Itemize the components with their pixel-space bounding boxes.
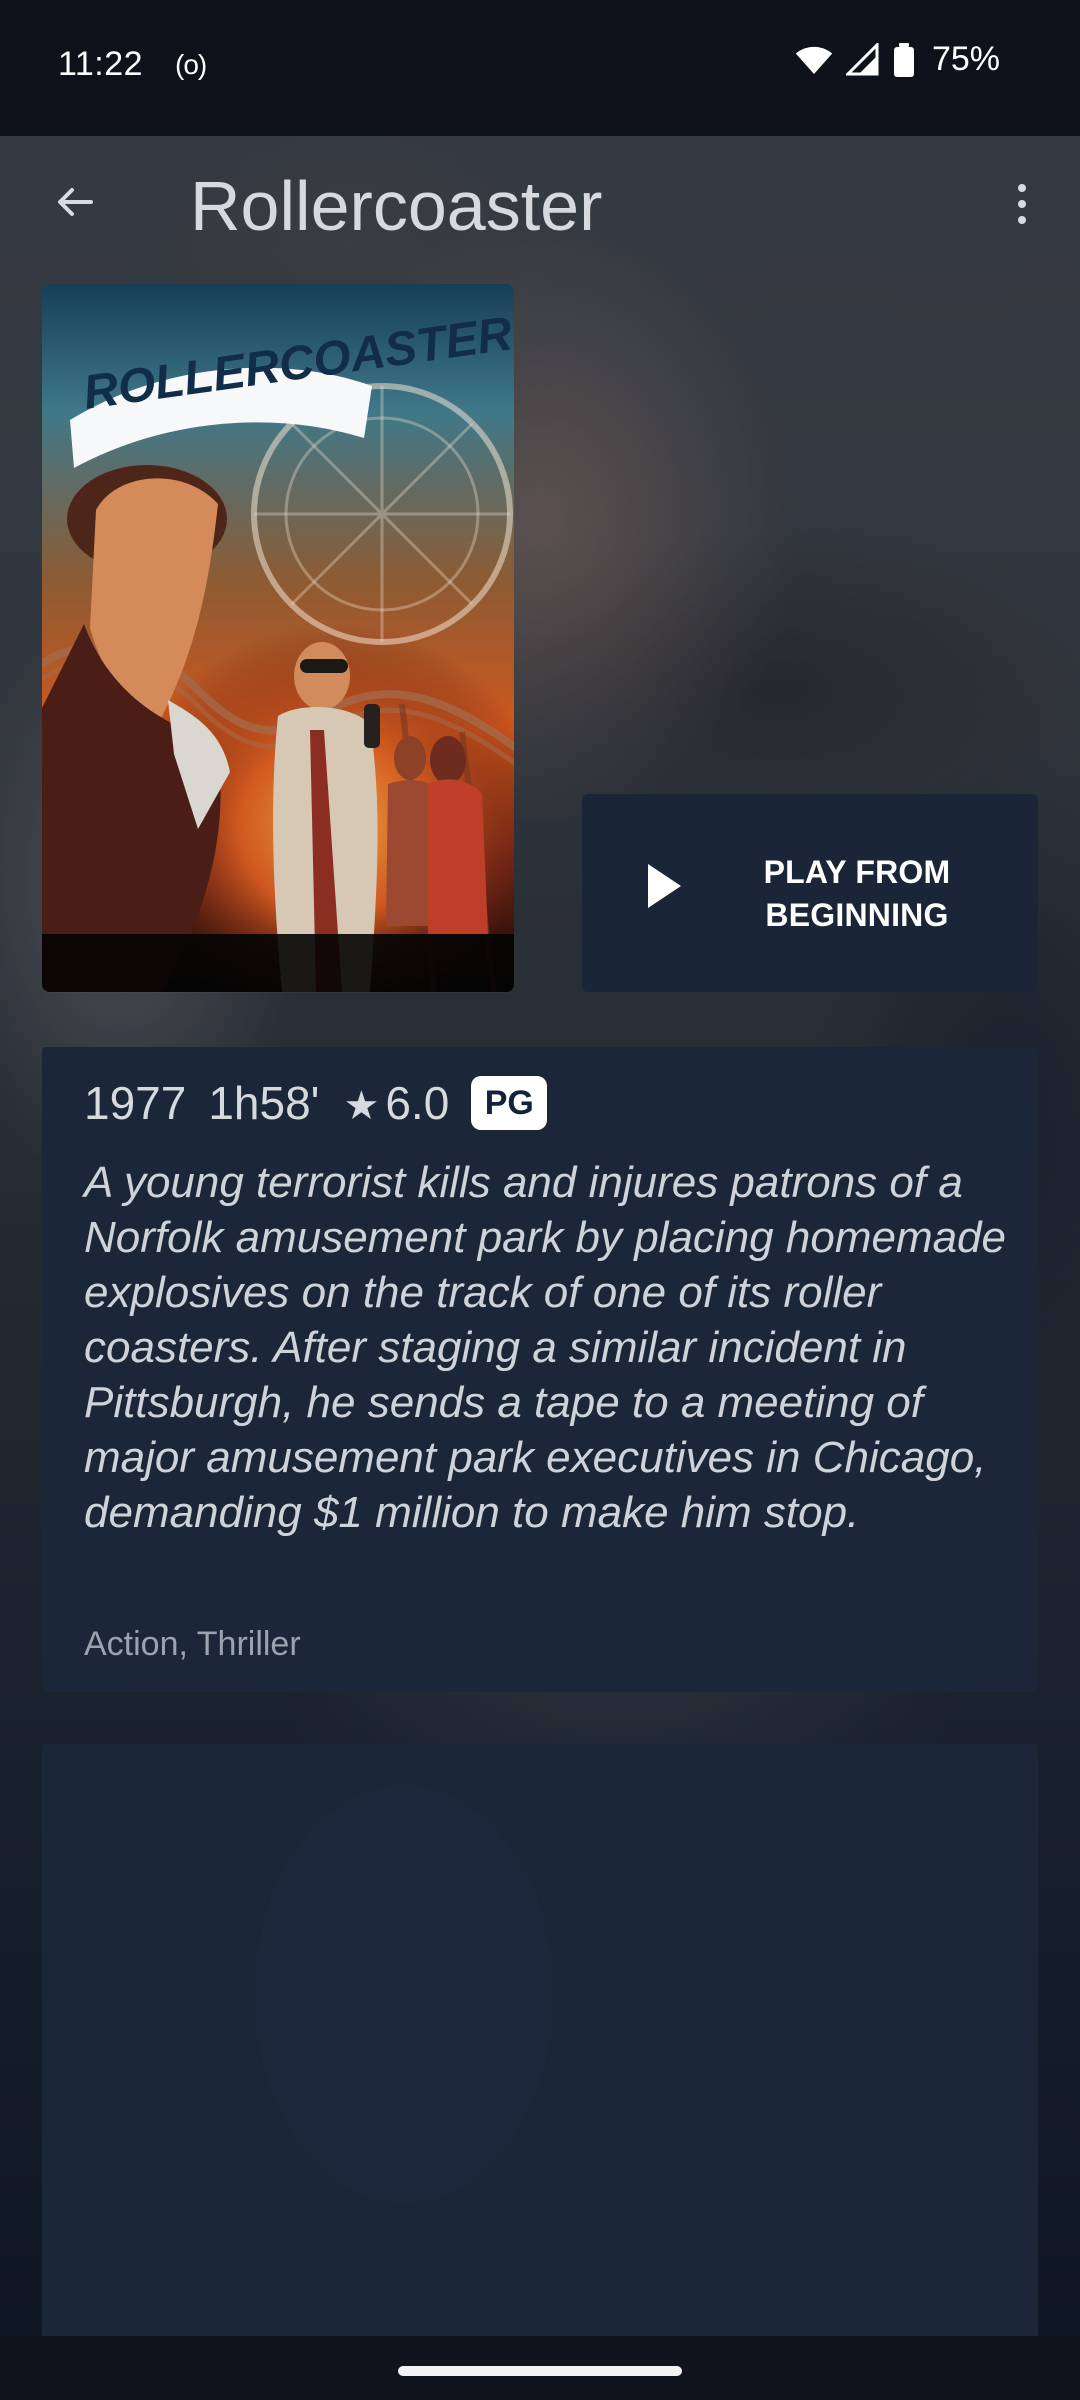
release-year: 1977 bbox=[84, 1077, 187, 1129]
status-bar: 11:22 (o) 75% bbox=[0, 0, 1080, 136]
arrow-left-icon bbox=[58, 188, 93, 216]
details-card: 1977 1h58' ★ 6.0 PG A young terrorist kil… bbox=[42, 1047, 1038, 1692]
metadata-row: 1977 1h58' ★ 6.0 PG bbox=[84, 1075, 548, 1131]
genres: Action, Thriller bbox=[84, 1625, 301, 1663]
radio-status-icon: (o) bbox=[175, 49, 207, 80]
page-title: Rollercoaster bbox=[190, 167, 603, 245]
back-button[interactable] bbox=[40, 167, 110, 237]
more-options-button[interactable] bbox=[998, 169, 1046, 239]
gesture-navigation-bar bbox=[0, 2336, 1080, 2400]
wifi-icon bbox=[795, 46, 833, 74]
home-indicator[interactable] bbox=[398, 2366, 682, 2376]
play-button-label: PLAY FROM BEGINNING bbox=[763, 854, 951, 933]
play-from-beginning-button[interactable]: PLAY FROM BEGINNING bbox=[582, 794, 1038, 992]
status-time: 11:22 bbox=[58, 45, 144, 83]
battery-icon bbox=[893, 42, 914, 77]
movie-description: A young terrorist kills and injures patr… bbox=[84, 1158, 1007, 1537]
poster-art: ROLLERCOASTER bbox=[42, 284, 514, 992]
movie-detail-screen: 11:22 (o) 75% Rollercoaster ROLLERCOASTE… bbox=[0, 0, 1080, 2400]
rating-value: 6.0 bbox=[385, 1077, 450, 1129]
star-icon: ★ bbox=[343, 1084, 380, 1128]
status-icons: 75% bbox=[794, 40, 1000, 79]
app-bar: Rollercoaster bbox=[0, 136, 1080, 286]
content-panel bbox=[42, 1744, 1038, 2336]
signal-icon bbox=[845, 42, 879, 75]
more-vertical-icon bbox=[1018, 184, 1026, 224]
duration: 1h58' bbox=[208, 1077, 320, 1129]
battery-percentage: 75% bbox=[931, 40, 1000, 78]
play-icon bbox=[648, 864, 681, 908]
movie-poster[interactable]: ROLLERCOASTER bbox=[42, 284, 514, 992]
content-rating-badge: PG bbox=[471, 1076, 548, 1130]
rating: ★ 6.0 bbox=[343, 1076, 449, 1130]
